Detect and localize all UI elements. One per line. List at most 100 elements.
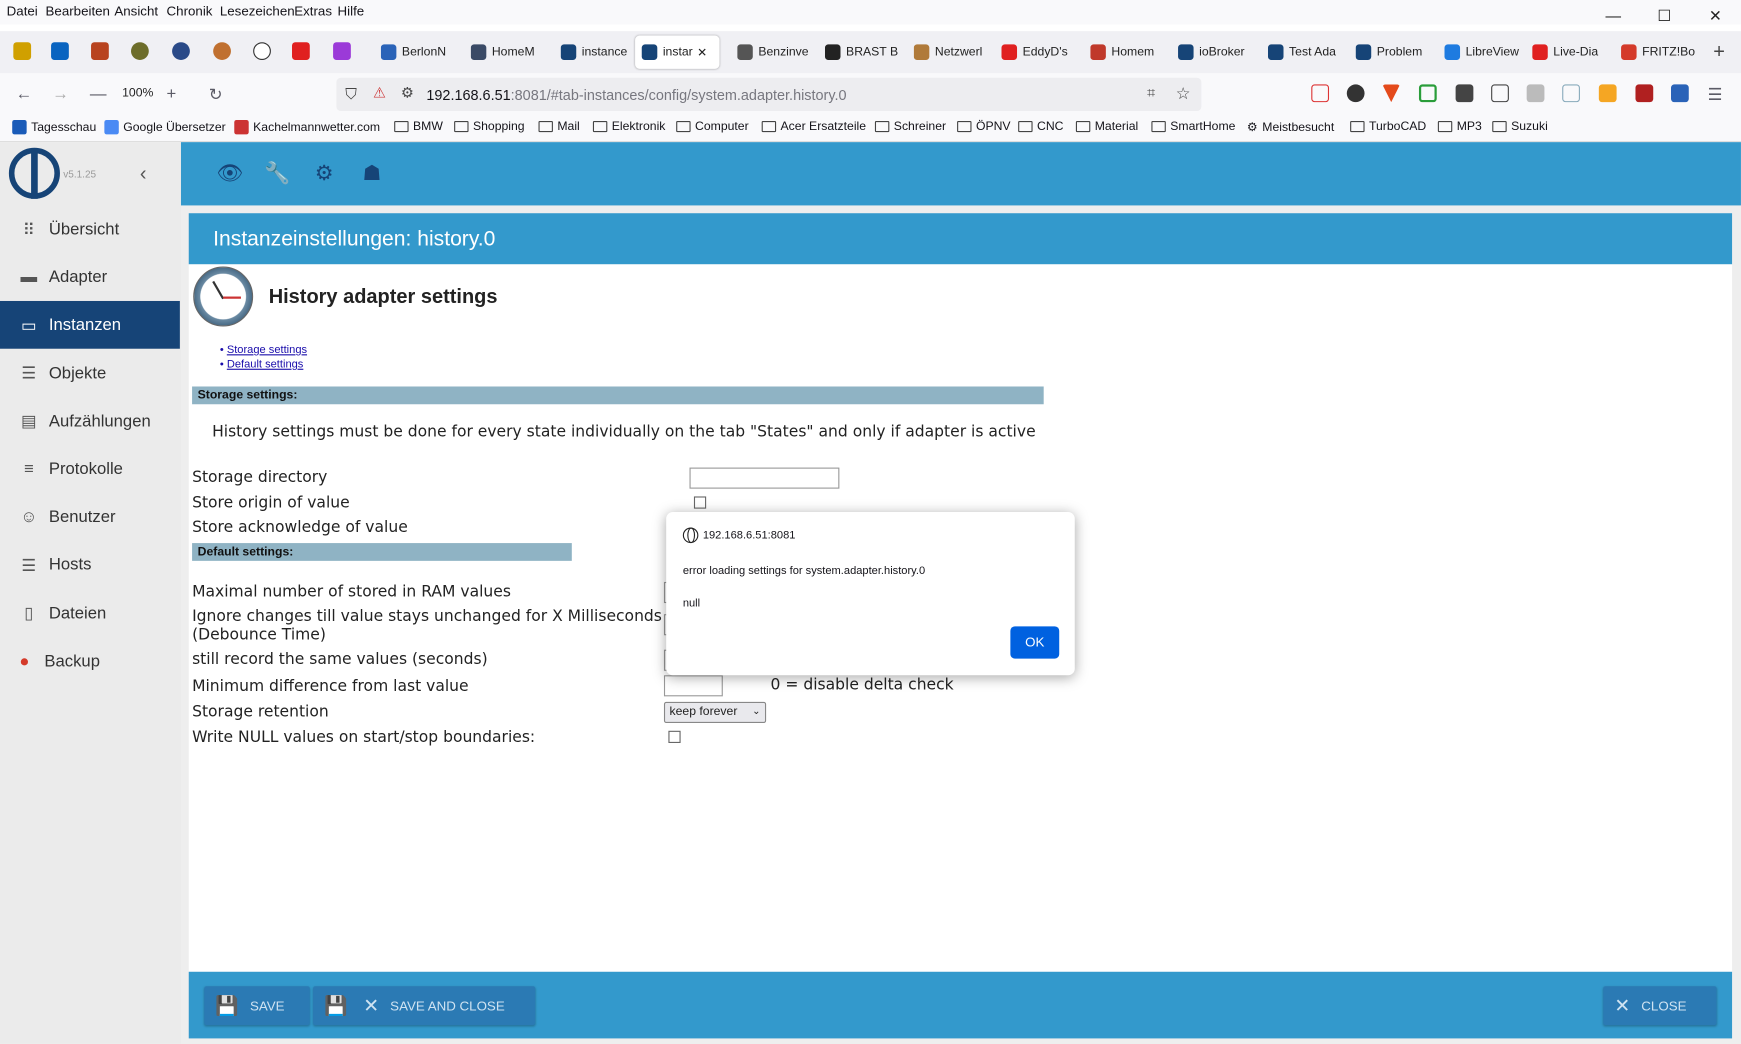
tab-10[interactable]: Test Ada (1267, 36, 1350, 69)
sidebar-item-8[interactable]: ▯ Dateien (0, 589, 180, 637)
pinned-tab-icon[interactable] (172, 42, 190, 60)
bookmark-item[interactable]: ÖPNV (957, 120, 1011, 133)
back-icon[interactable]: ← (16, 84, 33, 103)
bookmark-item[interactable]: Shopping (454, 120, 525, 133)
permissions-icon[interactable]: ⚙ (401, 84, 414, 102)
insecure-lock-icon[interactable]: ⚠ (373, 84, 386, 102)
chevron-left-icon[interactable]: ‹ (140, 162, 147, 185)
menu-datei[interactable]: Datei (7, 3, 38, 19)
extension-icon[interactable] (1382, 84, 1401, 103)
pinned-tab-icon[interactable] (13, 42, 32, 60)
pinned-tab-icon[interactable] (131, 42, 149, 60)
pinned-outlook-icon[interactable] (51, 42, 69, 60)
bookmark-item[interactable]: MP3 (1437, 120, 1482, 133)
translate-icon[interactable]: ⌗ (1147, 84, 1155, 102)
sidebar-item-2[interactable]: ▭ Instanzen (0, 301, 180, 350)
tab-4[interactable]: Benzinve (737, 36, 819, 69)
toc-link-default[interactable]: Default settings (227, 359, 304, 371)
retention-select[interactable]: keep forever ⌄ (663, 701, 767, 724)
sidebar-item-0[interactable]: ⠿ Übersicht (0, 205, 180, 253)
bookmark-item[interactable]: Material (1075, 120, 1138, 133)
url-text[interactable]: 192.168.6.51:8081/#tab-instances/config/… (426, 87, 846, 104)
save-and-close-button[interactable]: 💾 ✕ SAVE AND CLOSE (313, 986, 536, 1026)
wrench-icon[interactable]: 🔧 (264, 162, 290, 186)
sidebar-item-5[interactable]: ≡ Protokolle (0, 445, 180, 493)
youtube-icon[interactable] (292, 42, 310, 60)
bookmark-item[interactable]: CNC (1018, 120, 1063, 133)
tab-6[interactable]: Netzwerl (913, 36, 996, 69)
bookmark-item[interactable]: Acer Ersatzteile (761, 120, 866, 133)
globe-icon[interactable] (253, 42, 271, 60)
reload-icon[interactable]: ↻ (209, 84, 223, 105)
sidebar-item-3[interactable]: ☰ Objekte (0, 349, 180, 397)
sidebar-item-7[interactable]: ☰ Hosts (0, 541, 180, 589)
shield-icon[interactable]: ⛉ (345, 84, 357, 103)
new-tab-icon[interactable]: + (1713, 40, 1725, 63)
storage-directory-input[interactable] (689, 467, 840, 489)
bookmark-item[interactable]: Elektronik (592, 120, 665, 133)
zoom-in-icon[interactable]: + (167, 84, 177, 103)
pinned-tab-icon[interactable] (91, 42, 109, 60)
min-diff-input[interactable] (663, 675, 723, 697)
extension-icon[interactable] (1598, 84, 1617, 103)
tab-3[interactable]: instar ✕ (635, 35, 720, 69)
forward-icon[interactable]: → (52, 84, 69, 103)
menu-ansicht[interactable]: Ansicht (114, 3, 158, 19)
pocket-icon[interactable] (1311, 84, 1330, 103)
extension-icon[interactable] (1635, 84, 1654, 103)
zoom-level[interactable]: 100% (122, 87, 153, 100)
eye-icon[interactable]: 👁 (217, 162, 244, 186)
menu-bearbeiten[interactable]: Bearbeiten (46, 3, 110, 19)
save-button[interactable]: 💾 SAVE (204, 986, 310, 1026)
menu-lesezeichen[interactable]: Lesezeichen (220, 3, 295, 19)
bookmark-item[interactable]: Google Übersetzer (104, 119, 226, 135)
sidebar-item-1[interactable]: ▬ Adapter (0, 253, 180, 301)
extension-icon[interactable] (1455, 84, 1474, 103)
bookmark-item[interactable]: Computer (676, 120, 749, 133)
extension-icon[interactable] (1491, 84, 1509, 103)
bookmark-item[interactable]: Schreiner (874, 120, 946, 133)
bookmark-item[interactable]: TurboCAD (1350, 120, 1426, 133)
bookmark-item[interactable]: Tagesschau (12, 119, 96, 135)
minimize-icon[interactable]: — (1588, 0, 1639, 31)
write-null-checkbox[interactable] (668, 730, 681, 743)
bookmark-item[interactable]: Kachelmannwetter.com (234, 119, 380, 135)
store-origin-checkbox[interactable] (693, 496, 707, 509)
tab-0[interactable]: BerlonN (380, 36, 463, 69)
zoom-out-icon[interactable]: — (90, 84, 107, 103)
toc-link-storage[interactable]: Storage settings (227, 344, 307, 356)
bookmark-item[interactable]: SmartHome (1151, 120, 1235, 133)
close-button[interactable]: ✕ CLOSE (1603, 986, 1717, 1026)
tab-8[interactable]: Homem (1090, 36, 1172, 69)
tab-2[interactable]: instance (560, 36, 643, 69)
pinned-tab-icon[interactable] (333, 42, 351, 60)
menu-chronik[interactable]: Chronik (167, 3, 213, 19)
tab-12[interactable]: LibreView (1444, 36, 1527, 69)
menu-hilfe[interactable]: Hilfe (338, 3, 365, 19)
translate-extension-icon[interactable] (1671, 84, 1689, 103)
sidebar-item-9[interactable]: ● Backup (0, 637, 180, 685)
tab-13[interactable]: Live-Dia (1532, 36, 1614, 69)
tab-1[interactable]: HomeM (470, 36, 553, 69)
url-bar[interactable]: ⛉ ⚠ ⚙ 192.168.6.51:8081/#tab-instances/c… (336, 77, 1202, 112)
bookmark-item[interactable]: Suzuki (1492, 120, 1548, 133)
ok-button[interactable]: OK (1010, 626, 1060, 659)
close-tab-icon[interactable]: ✕ (697, 45, 707, 59)
bookmark-item[interactable]: BMW (394, 120, 443, 133)
gear-icon[interactable]: ⚙ (312, 162, 336, 186)
extension-icon[interactable] (1562, 84, 1580, 103)
reader-icon[interactable] (1526, 84, 1545, 103)
extension-icon[interactable] (1418, 84, 1437, 103)
sidebar-item-4[interactable]: ▤ Aufzählungen (0, 397, 180, 445)
hamburger-menu-icon[interactable]: ☰ (1708, 84, 1723, 105)
tab-11[interactable]: Problem (1355, 36, 1438, 69)
tab-5[interactable]: BRAST B (824, 36, 907, 69)
menu-extras[interactable]: Extras (294, 3, 332, 19)
bookmark-item[interactable]: Mail (538, 120, 580, 133)
extension-icon[interactable] (1346, 84, 1365, 103)
sidebar-item-6[interactable]: ☺ Benutzer (0, 493, 180, 541)
bookmark-star-icon[interactable]: ☆ (1176, 83, 1191, 103)
tab-14[interactable]: FRITZ!Bo (1621, 36, 1703, 69)
close-window-icon[interactable]: ✕ (1690, 0, 1741, 31)
maximize-icon[interactable]: ☐ (1639, 0, 1690, 31)
